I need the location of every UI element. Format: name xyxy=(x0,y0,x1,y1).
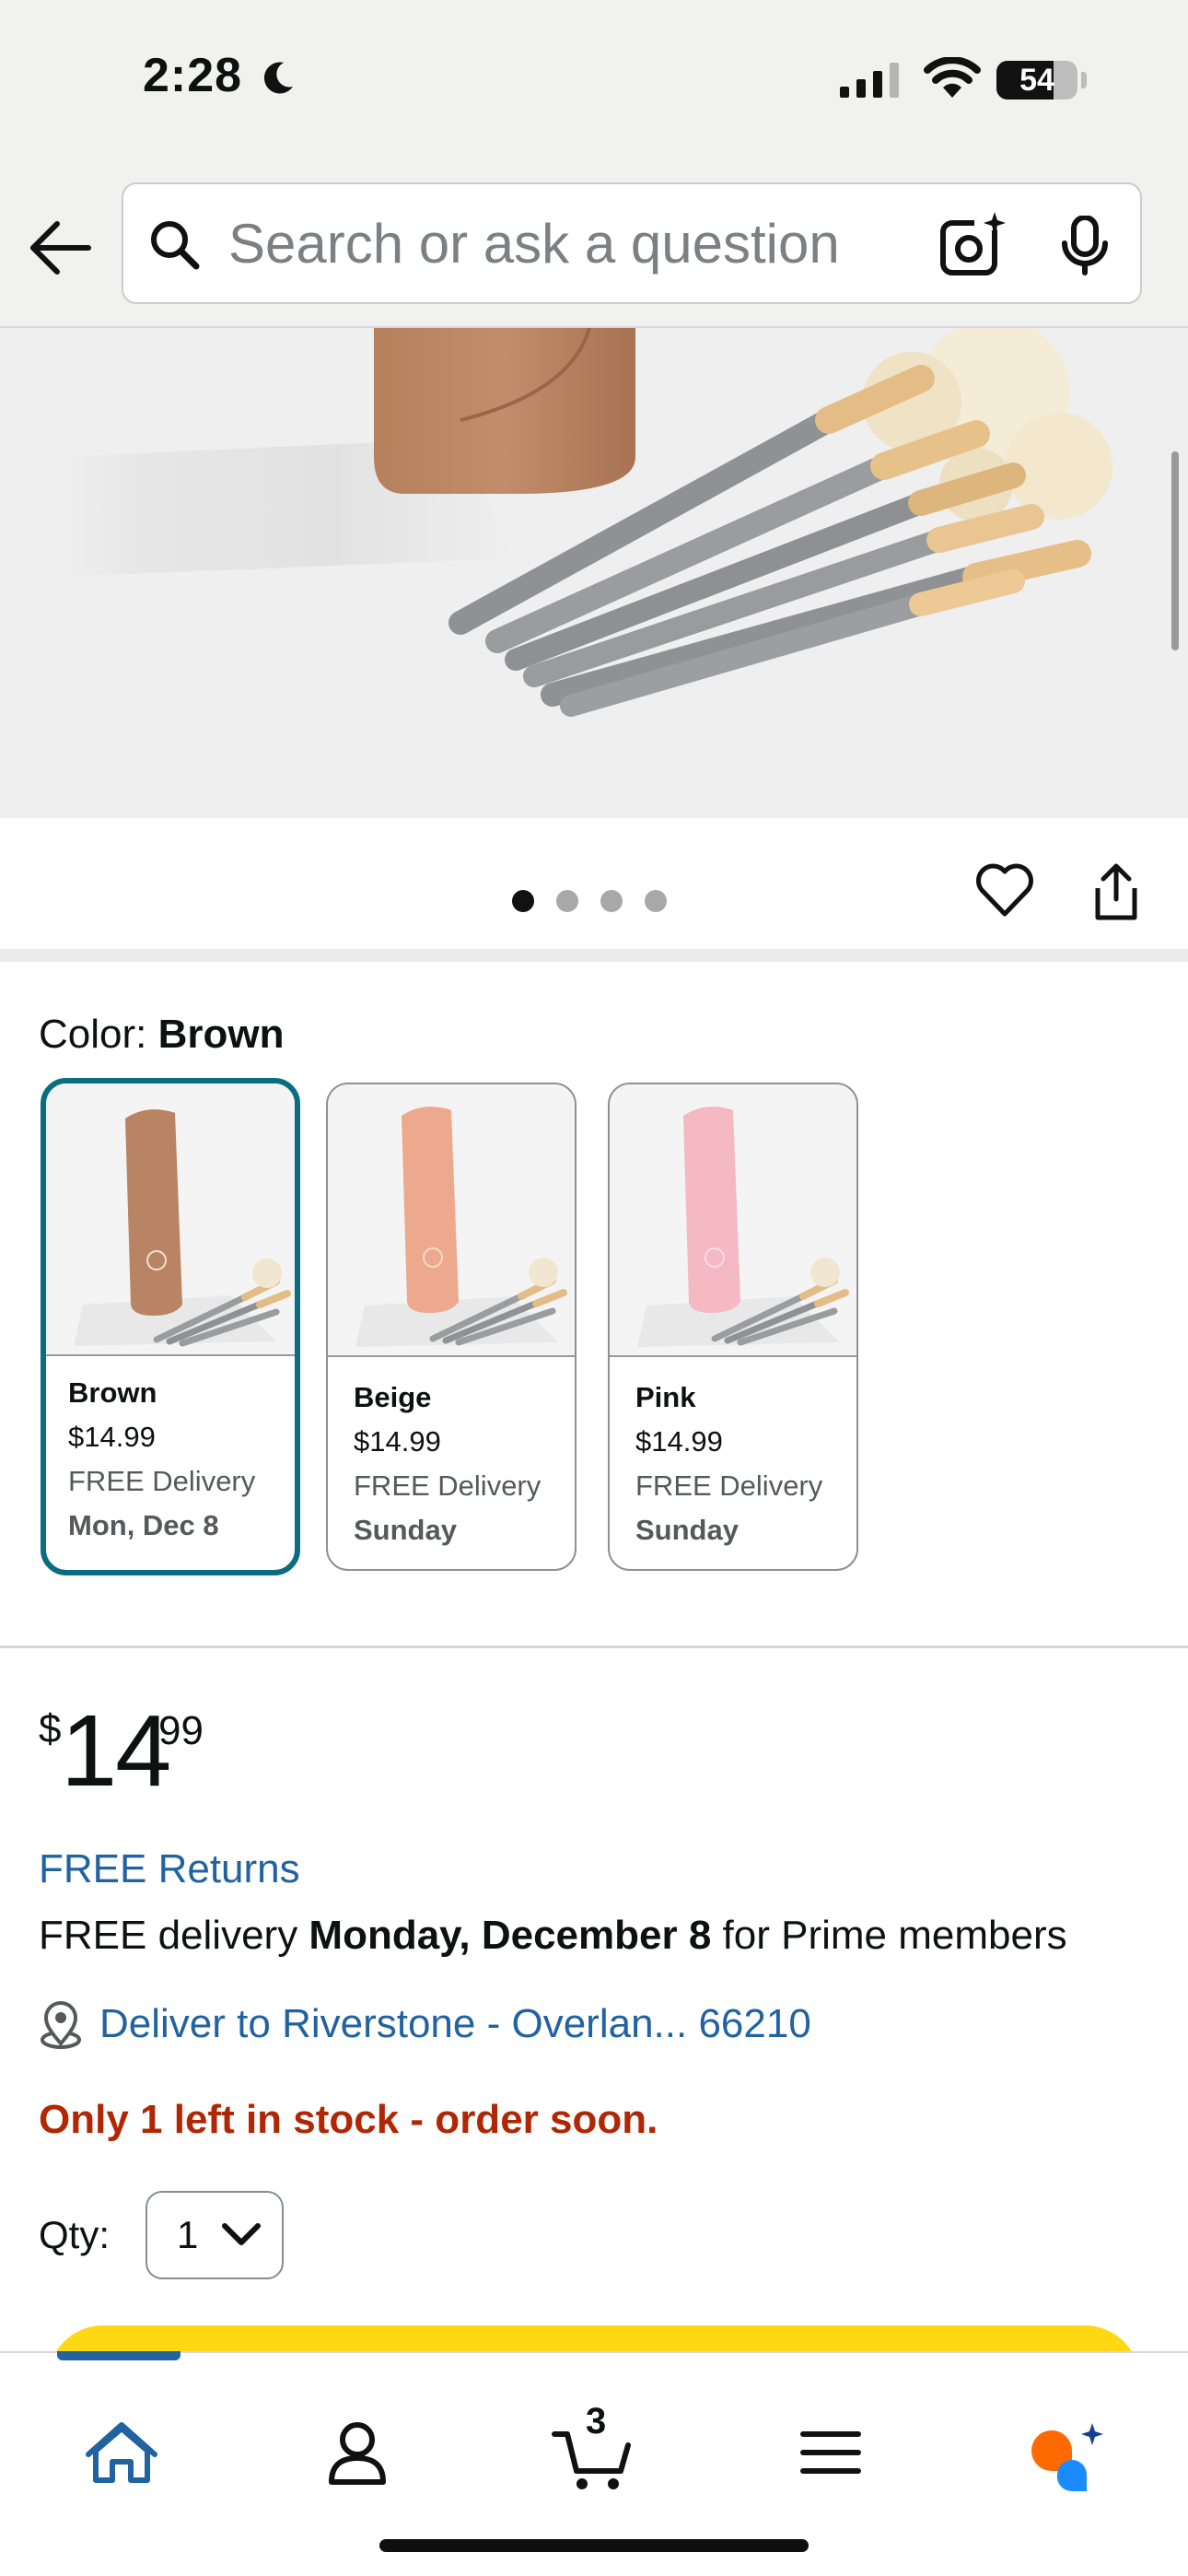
color-option-price: $14.99 xyxy=(68,1421,156,1453)
location-pin-icon xyxy=(41,2001,81,2049)
color-option-name: Beige xyxy=(354,1381,432,1413)
moon-icon xyxy=(263,62,293,94)
product-image[interactable] xyxy=(0,328,1188,818)
color-label-prefix: Color: xyxy=(39,1012,147,1057)
color-option-date: Sunday xyxy=(354,1514,457,1546)
share-icon[interactable] xyxy=(1087,862,1146,923)
battery-tip xyxy=(1081,72,1087,88)
divider xyxy=(0,1645,1188,1648)
microphone-icon[interactable] xyxy=(1057,216,1112,276)
cart-tab[interactable]: 3 xyxy=(547,2401,639,2499)
color-option-delivery: FREE Delivery xyxy=(68,1465,256,1497)
free-returns-link[interactable]: FREE Returns xyxy=(39,1846,300,1892)
quantity-value: 1 xyxy=(177,2213,199,2256)
color-option-delivery: FREE Delivery xyxy=(354,1469,542,1502)
quantity-label: Qty: xyxy=(39,2213,111,2256)
heart-icon[interactable] xyxy=(974,862,1035,918)
menu-icon[interactable] xyxy=(785,2406,877,2499)
header: 2:28 54 Search or ask a question xyxy=(0,0,1188,328)
pagination-dot-3[interactable] xyxy=(600,890,623,912)
cart-count-badge: 3 xyxy=(586,2401,607,2441)
wifi-icon xyxy=(924,57,981,98)
active-tab-indicator xyxy=(57,2351,181,2360)
rufus-assistant-icon[interactable] xyxy=(1019,2406,1111,2499)
delivery-info: FREE delivery Monday, December 8 for Pri… xyxy=(39,1913,1067,1959)
stock-warning: Only 1 left in stock - order soon. xyxy=(39,2097,658,2142)
battery-icon: 54 xyxy=(996,61,1077,100)
camera-lens-icon[interactable] xyxy=(938,210,1011,280)
quantity-dropdown[interactable]: 1 xyxy=(146,2191,284,2279)
price-whole: 14 xyxy=(61,1694,171,1808)
color-option-brown[interactable]: Brown $14.99 FREE Delivery Mon, Dec 8 xyxy=(41,1078,300,1575)
cellular-signal-icon xyxy=(840,63,899,98)
battery-level: 54 xyxy=(1019,63,1054,98)
home-icon[interactable] xyxy=(76,2406,168,2499)
color-label: Color: Brown xyxy=(39,1012,285,1058)
image-controls xyxy=(0,818,1188,962)
color-option-price: $14.99 xyxy=(354,1425,441,1458)
color-option-image xyxy=(328,1084,575,1357)
delivery-prefix: FREE delivery xyxy=(39,1913,298,1958)
deliver-to-location-link[interactable]: Deliver to Riverstone - Overlan... 66210 xyxy=(99,2001,811,2047)
back-arrow-icon[interactable] xyxy=(26,214,94,282)
account-icon[interactable] xyxy=(311,2406,403,2499)
pagination-dot-4[interactable] xyxy=(645,890,667,912)
chevron-down-icon xyxy=(222,2223,261,2245)
color-option-name: Brown xyxy=(68,1376,157,1409)
delivery-date: Monday, December 8 xyxy=(309,1913,712,1958)
scrollbar[interactable] xyxy=(1171,451,1179,650)
selected-color-name: Brown xyxy=(157,1012,285,1057)
search-input[interactable]: Search or ask a question xyxy=(228,212,840,275)
color-option-price: $14.99 xyxy=(635,1425,723,1458)
search-bar[interactable]: Search or ask a question xyxy=(122,182,1142,304)
color-option-name: Pink xyxy=(635,1381,696,1413)
status-time: 2:28 xyxy=(143,49,243,102)
home-indicator xyxy=(379,2539,809,2552)
color-option-image xyxy=(46,1083,295,1356)
color-option-date: Sunday xyxy=(635,1514,739,1546)
pagination-dot-2[interactable] xyxy=(556,890,578,912)
pagination-dot-1[interactable] xyxy=(512,890,534,912)
price-fraction: 99 xyxy=(158,1708,204,1753)
color-option-delivery: FREE Delivery xyxy=(635,1469,823,1502)
search-icon xyxy=(151,221,200,270)
color-option-image xyxy=(610,1084,856,1357)
delivery-suffix: for Prime members xyxy=(722,1913,1067,1958)
color-option-beige[interactable]: Beige $14.99 FREE Delivery Sunday xyxy=(326,1083,577,1571)
brush-set-photo xyxy=(59,328,1112,717)
color-option-date: Mon, Dec 8 xyxy=(68,1509,219,1541)
color-option-pink[interactable]: Pink $14.99 FREE Delivery Sunday xyxy=(608,1083,858,1571)
price-currency: $ xyxy=(39,1706,62,1751)
